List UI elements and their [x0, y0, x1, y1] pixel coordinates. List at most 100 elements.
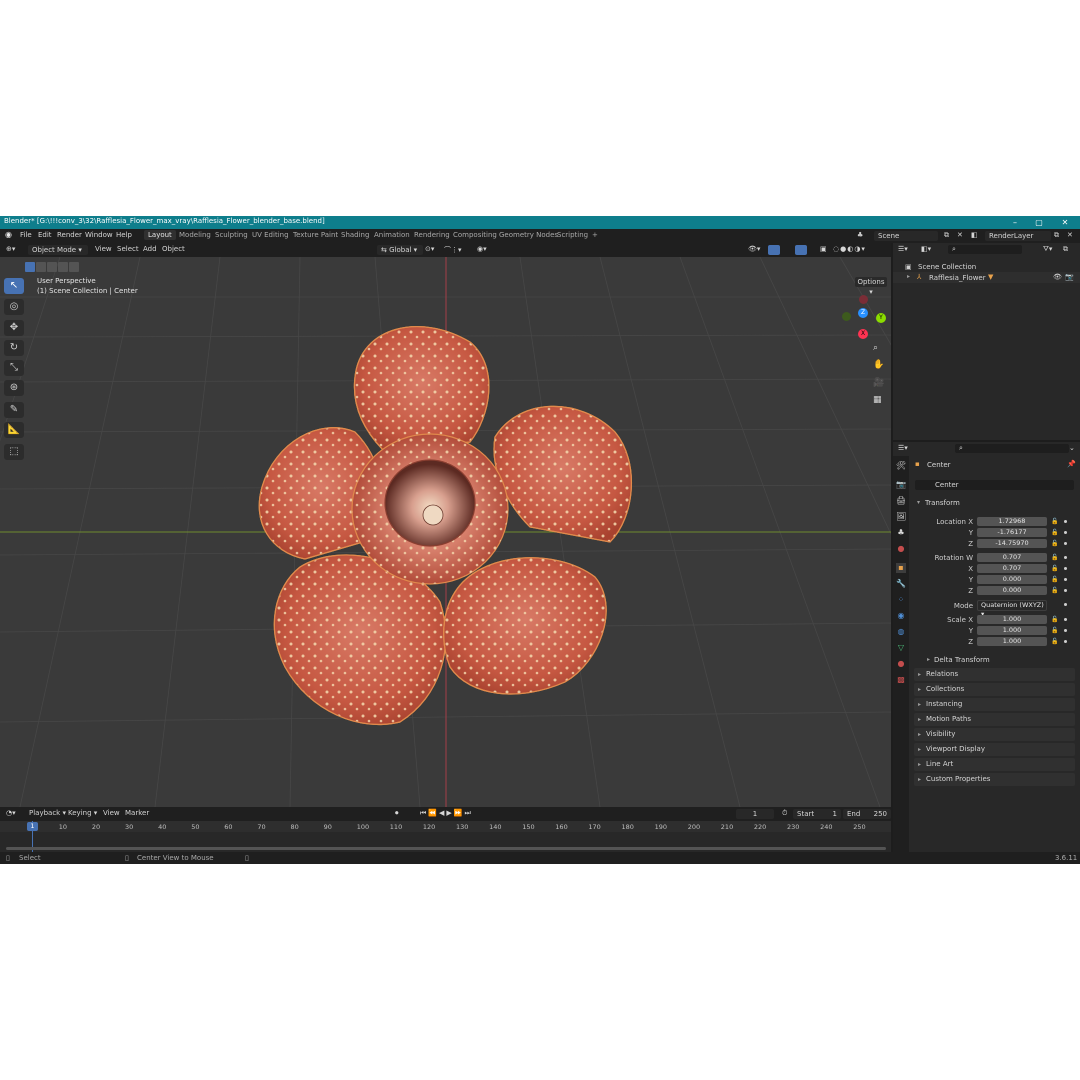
scale-x-field[interactable]: 1.000: [977, 615, 1047, 624]
panel-line-art[interactable]: ▸ Line Art: [914, 758, 1075, 771]
delete-view-layer-icon[interactable]: ✕: [1067, 231, 1073, 239]
keyframe-dot-icon[interactable]: [1064, 520, 1067, 523]
panel-instancing[interactable]: ▸ Instancing: [914, 698, 1075, 711]
location-y-field[interactable]: -1.76177: [977, 528, 1047, 537]
lock-icon[interactable]: 🔓: [1051, 565, 1058, 572]
shading-modes-icon[interactable]: ◌●◐◑▾: [833, 245, 866, 253]
outliner-editor-icon[interactable]: ☰▾: [898, 245, 908, 253]
properties-search-input[interactable]: ⌕: [955, 444, 1069, 453]
scene-selector[interactable]: Scene: [874, 231, 938, 241]
scale-y-field[interactable]: 1.000: [977, 626, 1047, 635]
outliner-search-input[interactable]: ⌕: [948, 245, 1022, 254]
location-x-field[interactable]: 1.72968: [977, 517, 1047, 526]
panel-viewport-display[interactable]: ▸ Viewport Display: [914, 743, 1075, 756]
pan-hand-icon[interactable]: ✋: [873, 360, 884, 370]
snap-icon[interactable]: ⌒⋮▾: [444, 245, 462, 255]
view-layer-tab-icon[interactable]: 🖼: [896, 512, 906, 522]
pin-icon[interactable]: 📌: [1067, 460, 1076, 468]
new-collection-icon[interactable]: ⧉: [1063, 245, 1068, 254]
tab-sculpting[interactable]: Sculpting: [211, 230, 252, 240]
menu-view[interactable]: View: [95, 245, 112, 253]
gizmo-x-axis[interactable]: X: [858, 329, 868, 339]
visibility-icon[interactable]: 👁▾: [748, 245, 760, 253]
add-workspace-button[interactable]: +: [588, 230, 602, 240]
expand-arrow-icon[interactable]: ▸: [907, 273, 910, 280]
expand-arrow-icon[interactable]: ▸: [927, 656, 930, 663]
menu-playback[interactable]: Playback ▾: [29, 809, 66, 817]
record-icon[interactable]: ⏺: [395, 809, 399, 818]
lock-icon[interactable]: 🔓: [1051, 616, 1058, 623]
current-frame-field[interactable]: 1: [736, 809, 774, 819]
select-new-icon[interactable]: [25, 262, 35, 272]
gizmo-z-axis[interactable]: Z: [858, 308, 868, 318]
tab-uv-editing[interactable]: UV Editing: [248, 230, 293, 240]
data-tab-icon[interactable]: ▽: [896, 643, 906, 653]
stopwatch-icon[interactable]: ⏱: [782, 809, 787, 818]
outliner-row[interactable]: ▸ ⅄ Rafflesia_Flower ▼ 👁 📷: [893, 272, 1080, 283]
mode-dropdown[interactable]: Object Mode ▾: [28, 245, 88, 255]
overlay-toggle-icon[interactable]: [795, 245, 807, 255]
panel-collections[interactable]: ▸ Collections: [914, 683, 1075, 696]
navigation-gizmo[interactable]: Z Y X: [840, 294, 888, 342]
tool-tab-icon[interactable]: 🛠: [896, 461, 906, 471]
rotation-z-field[interactable]: 0.000: [977, 586, 1047, 595]
tab-shading[interactable]: Shading: [337, 230, 373, 240]
menu-help[interactable]: Help: [116, 231, 132, 239]
rotation-w-field[interactable]: 0.707: [977, 553, 1047, 562]
view-layer-selector[interactable]: RenderLayer: [985, 231, 1051, 241]
lock-icon[interactable]: 🔓: [1051, 540, 1058, 547]
rotate-tool-icon[interactable]: ↻: [4, 340, 24, 356]
keyframe-dot-icon[interactable]: [1064, 629, 1067, 632]
keyframe-dot-icon[interactable]: [1064, 531, 1067, 534]
select-invert-icon[interactable]: [58, 262, 68, 272]
properties-options-icon[interactable]: ⌄: [1069, 444, 1075, 452]
cursor-tool-icon[interactable]: ◎: [4, 299, 24, 315]
measure-tool-icon[interactable]: 📐: [4, 422, 24, 438]
menu-keying[interactable]: Keying ▾: [68, 809, 97, 817]
camera-render-icon[interactable]: 📷: [1065, 273, 1074, 281]
scale-tool-icon[interactable]: ⤡: [4, 360, 24, 376]
keyframe-dot-icon[interactable]: [1064, 589, 1067, 592]
scale-z-field[interactable]: 1.000: [977, 637, 1047, 646]
object-name-field[interactable]: Center: [915, 480, 1074, 490]
panel-relations[interactable]: ▸ Relations: [914, 668, 1075, 681]
options-dropdown[interactable]: Options ▾: [855, 277, 887, 296]
ortho-grid-icon[interactable]: ▦: [873, 395, 882, 405]
tab-geometry-nodes[interactable]: Geometry Nodes: [495, 230, 562, 240]
select-extend-icon[interactable]: [36, 262, 46, 272]
zoom-icon[interactable]: ⌕: [873, 343, 878, 353]
outliner[interactable]: ☰▾ ◧▾ ⌕ ⛛▾ ⧉ ▣ Scene Collection ▸ ⅄ Raff…: [893, 243, 1080, 440]
keyframe-dot-icon[interactable]: [1064, 640, 1067, 643]
minimize-button[interactable]: –: [1004, 216, 1026, 229]
rotation-x-field[interactable]: 0.707: [977, 564, 1047, 573]
end-frame-field[interactable]: End 250: [843, 809, 891, 819]
menu-add[interactable]: Add: [143, 245, 157, 253]
world-tab-icon[interactable]: ●: [896, 544, 906, 554]
material-tab-icon[interactable]: ●: [896, 659, 906, 669]
lock-icon[interactable]: 🔓: [1051, 627, 1058, 634]
gizmo-neg-z-icon[interactable]: [859, 295, 868, 304]
playback-controls-icon[interactable]: ⏮⏪◀▶⏩⏭: [420, 809, 473, 818]
lock-icon[interactable]: 🔓: [1051, 638, 1058, 645]
proportional-edit-icon[interactable]: ◉▾: [477, 245, 487, 253]
filter-icon[interactable]: ⛛▾: [1043, 245, 1052, 254]
scene-tab-icon[interactable]: ♣: [896, 528, 906, 538]
view-layer-icon[interactable]: ◧: [971, 231, 978, 239]
keyframe-dot-icon[interactable]: [1064, 542, 1067, 545]
menu-edit[interactable]: Edit: [38, 231, 52, 239]
move-tool-icon[interactable]: ✥: [4, 320, 24, 336]
timeline-body[interactable]: 1102030405060708090100110120130140150160…: [0, 821, 891, 852]
outliner-root[interactable]: Scene Collection: [918, 263, 976, 271]
keyframe-dot-icon[interactable]: [1064, 567, 1067, 570]
panel-visibility[interactable]: ▸ Visibility: [914, 728, 1075, 741]
rotation-mode-dropdown[interactable]: Quaternion (WXYZ) ▾: [977, 600, 1047, 618]
menu-window[interactable]: Window: [85, 231, 113, 239]
physics-tab-icon[interactable]: ◉: [896, 611, 906, 621]
pivot-icon[interactable]: ⊙▾: [425, 245, 434, 253]
start-frame-field[interactable]: Start 1: [793, 809, 841, 819]
maximize-button[interactable]: ▢: [1028, 216, 1050, 229]
render-tab-icon[interactable]: 📷: [896, 480, 906, 490]
tab-texture-paint[interactable]: Texture Paint: [289, 230, 342, 240]
annotate-tool-icon[interactable]: ✎: [4, 402, 24, 418]
particles-tab-icon[interactable]: ⁘: [896, 595, 906, 605]
